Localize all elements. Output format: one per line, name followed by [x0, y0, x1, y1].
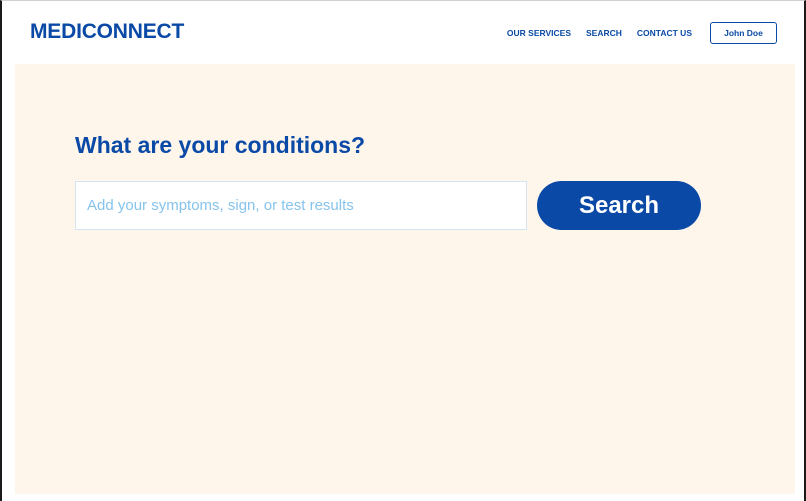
symptom-search-input[interactable] — [75, 181, 527, 230]
nav-link-contact-us[interactable]: CONTACT US — [637, 27, 692, 39]
search-button[interactable]: Search — [537, 181, 701, 230]
site-header: MEDICONNECT OUR SERVICES SEARCH CONTACT … — [2, 1, 804, 64]
user-account-button[interactable]: John Doe — [710, 22, 777, 44]
page-title: What are your conditions? — [75, 132, 366, 158]
nav-link-our-services[interactable]: OUR SERVICES — [507, 27, 571, 39]
site-logo[interactable]: MEDICONNECT — [30, 20, 184, 44]
search-section: What are your conditions? Search — [15, 64, 795, 494]
main-nav: OUR SERVICES SEARCH CONTACT US — [507, 27, 692, 39]
nav-link-search[interactable]: SEARCH — [586, 27, 622, 39]
browser-viewport: MEDICONNECT OUR SERVICES SEARCH CONTACT … — [0, 0, 806, 501]
